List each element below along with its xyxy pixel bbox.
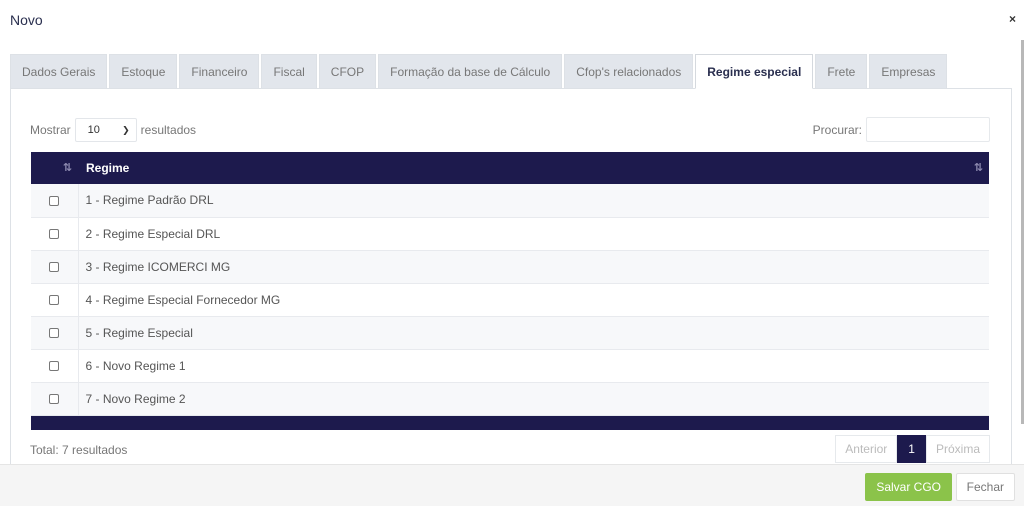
header-regime-label: Regime xyxy=(86,161,130,175)
search-label: Procurar: xyxy=(812,122,862,137)
regime-cell: 4 - Regime Especial Fornecedor MG xyxy=(85,292,281,307)
tab-cfop[interactable]: CFOP xyxy=(318,54,377,89)
row-checkbox[interactable] xyxy=(49,328,60,339)
table-info: Total: 7 resultados xyxy=(30,443,128,457)
row-checkbox[interactable] xyxy=(49,262,60,273)
regime-cell: 6 - Novo Regime 1 xyxy=(85,358,186,373)
tab-frete[interactable]: Frete xyxy=(815,54,868,89)
table-footer-row xyxy=(31,415,989,430)
modal-title: Novo xyxy=(10,12,43,28)
page-size-select[interactable]: 10 ❯ xyxy=(74,118,137,142)
tab-fiscal[interactable]: Fiscal xyxy=(261,54,317,89)
tab-financeiro[interactable]: Financeiro xyxy=(179,54,260,89)
tab-formacao-base-calculo[interactable]: Formação da base de Cálculo xyxy=(378,54,563,89)
chevron-down-icon: ❯ xyxy=(122,124,130,135)
table-row: 4 - Regime Especial Fornecedor MG xyxy=(31,283,989,316)
close-button[interactable]: Fechar xyxy=(955,473,1015,501)
row-checkbox[interactable] xyxy=(49,394,60,405)
regime-table: ⇅ Regime ⇅ 1 - Regime Padrão DRL 2 - Regi… xyxy=(31,152,989,430)
regime-cell: 7 - Novo Regime 2 xyxy=(85,391,186,406)
row-checkbox[interactable] xyxy=(49,361,60,372)
page-size-value: 10 xyxy=(87,124,100,136)
header-select-column[interactable]: ⇅ xyxy=(31,152,78,184)
length-menu-suffix: resultados xyxy=(140,123,197,137)
length-menu-prefix: Mostrar xyxy=(30,123,71,137)
table-header-row: ⇅ Regime ⇅ xyxy=(31,152,989,184)
regime-cell: 3 - Regime ICOMERCI MG xyxy=(85,259,231,274)
tab-bar: Dados Gerais Estoque Financeiro Fiscal C… xyxy=(10,54,949,89)
tab-dados-gerais[interactable]: Dados Gerais xyxy=(10,54,108,89)
table-row: 3 - Regime ICOMERCI MG xyxy=(31,250,989,283)
close-icon[interactable]: × xyxy=(1009,13,1016,25)
regime-cell: 1 - Regime Padrão DRL xyxy=(85,193,214,208)
length-menu: Mostrar 10 ❯ resultados xyxy=(30,118,196,142)
save-button[interactable]: Salvar CGO xyxy=(865,473,952,501)
row-checkbox[interactable] xyxy=(49,295,60,306)
table-row: 6 - Novo Regime 1 xyxy=(31,349,989,382)
table-row: 1 - Regime Padrão DRL xyxy=(31,184,989,217)
sort-icon: ⇅ xyxy=(973,162,983,174)
regime-cell: 2 - Regime Especial DRL xyxy=(85,226,221,241)
tab-empresas[interactable]: Empresas xyxy=(869,54,948,89)
search-input[interactable] xyxy=(866,117,990,142)
header-regime[interactable]: Regime ⇅ xyxy=(78,152,989,184)
pagination: Anterior 1 Próxima xyxy=(835,435,990,463)
row-checkbox[interactable] xyxy=(49,229,60,240)
modal-header: Novo × xyxy=(0,0,1024,40)
table-row: 5 - Regime Especial xyxy=(31,316,989,349)
tab-cfops-relacionados[interactable]: Cfop's relacionados xyxy=(564,54,694,89)
modal-footer: Salvar CGO Fechar xyxy=(0,464,1024,506)
sort-disabled-icon: ⇅ xyxy=(62,162,72,174)
table-row: 2 - Regime Especial DRL xyxy=(31,217,989,250)
row-checkbox[interactable] xyxy=(49,196,60,207)
search-filter: Procurar: xyxy=(813,117,990,142)
pagination-previous[interactable]: Anterior xyxy=(835,435,898,463)
tab-estoque[interactable]: Estoque xyxy=(109,54,178,89)
modal: Novo × Dados Gerais Estoque Financeiro F… xyxy=(0,0,1024,506)
tab-regime-especial[interactable]: Regime especial xyxy=(695,54,814,89)
regime-cell: 5 - Regime Especial xyxy=(85,325,193,340)
table-row: 7 - Novo Regime 2 xyxy=(31,382,989,415)
pagination-next[interactable]: Próxima xyxy=(925,435,990,463)
pagination-page-1[interactable]: 1 xyxy=(897,435,926,463)
